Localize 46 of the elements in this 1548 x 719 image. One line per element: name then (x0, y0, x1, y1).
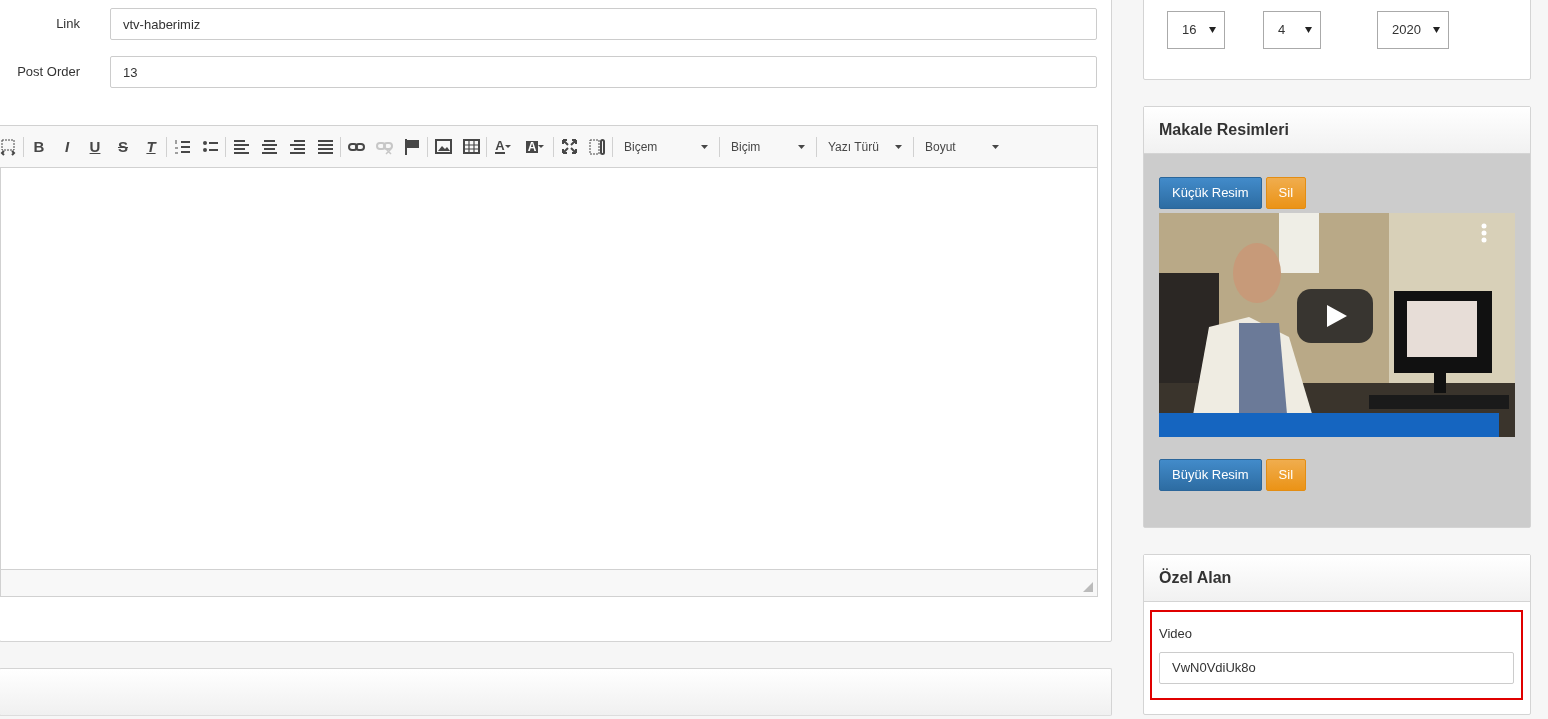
strikethrough-button[interactable]: S (112, 135, 134, 158)
caret-icon (992, 144, 999, 149)
toolbar-dropdown[interactable]: Biçim (723, 135, 813, 158)
align-center-icon[interactable] (260, 137, 278, 156)
italic-button[interactable]: I (56, 135, 78, 158)
justify-icon[interactable] (316, 137, 334, 156)
field-label: Link (55, 15, 80, 34)
toolbar-dropdown[interactable]: Biçem (616, 135, 716, 158)
select-dropdown[interactable]: 16 (1167, 11, 1225, 49)
field-label: Video (1159, 625, 1193, 643)
underline-button[interactable]: U (84, 135, 106, 158)
clear-format-button[interactable]: T (140, 135, 162, 158)
text-field[interactable]: 13 (110, 56, 1097, 88)
flag-icon[interactable] (403, 137, 421, 156)
caret-icon (1305, 27, 1312, 33)
maximize-icon[interactable] (560, 137, 578, 156)
select-dropdown[interactable]: 4 (1263, 11, 1321, 49)
upload-button[interactable]: Büyük Resim (1159, 459, 1262, 491)
resize-grip-icon[interactable] (1083, 582, 1093, 592)
show-blocks-icon[interactable] (588, 137, 606, 156)
bold-button[interactable]: B (28, 135, 50, 158)
panel-title: Özel Alan (1144, 555, 1530, 602)
caret-icon (504, 144, 513, 149)
text-field[interactable]: vtv-haberimiz (110, 8, 1097, 40)
select-dropdown[interactable]: 2020 (1377, 11, 1449, 49)
text-color-button[interactable]: A (491, 135, 517, 158)
caret-icon (895, 144, 902, 149)
caret-icon (701, 144, 708, 149)
caret-icon (1433, 27, 1440, 33)
upload-button[interactable]: Küçük Resim (1159, 177, 1262, 209)
video-play-button[interactable] (1297, 289, 1373, 343)
align-left-icon[interactable] (232, 137, 250, 156)
image-icon[interactable] (434, 137, 452, 156)
toolbar-dropdown[interactable]: Yazı Türü (820, 135, 910, 158)
caret-icon (798, 144, 805, 149)
text-field[interactable]: VwN0VdiUk8o (1159, 651, 1514, 684)
panel-title: Makale Resimleri (1144, 107, 1530, 154)
toolbar-dropdown[interactable]: Boyut (917, 135, 1007, 158)
background-color-button[interactable]: A (523, 135, 549, 158)
align-right-icon[interactable] (288, 137, 306, 156)
caret-icon (1209, 27, 1216, 33)
numbered-list-icon[interactable] (173, 137, 191, 156)
field-label: Post Order (16, 63, 80, 82)
source-icon[interactable] (0, 137, 17, 156)
table-icon[interactable] (462, 137, 480, 156)
caret-icon (538, 144, 547, 149)
